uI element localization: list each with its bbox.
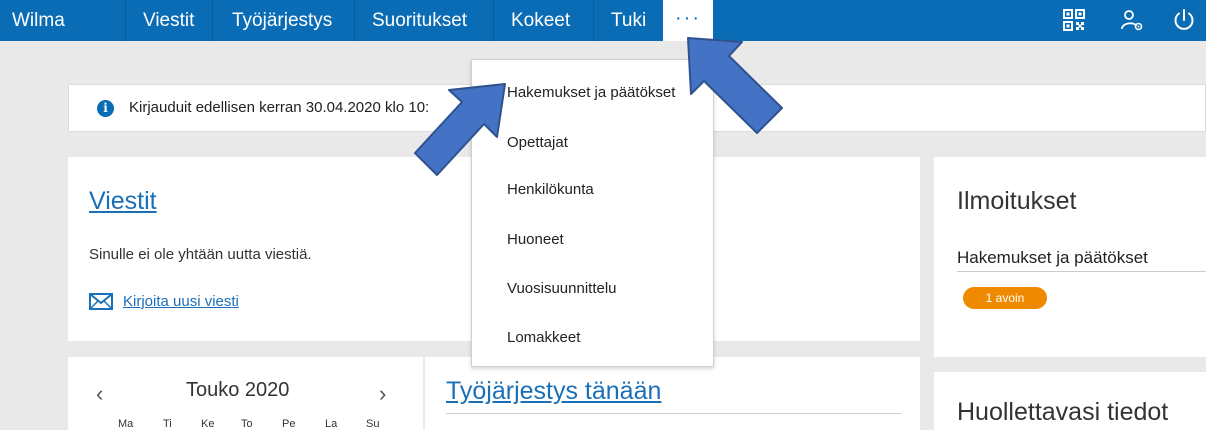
annotation-arrows xyxy=(414,37,783,176)
annotation-arrow-icon xyxy=(414,83,506,176)
annotation-arrow-icon xyxy=(687,37,783,134)
